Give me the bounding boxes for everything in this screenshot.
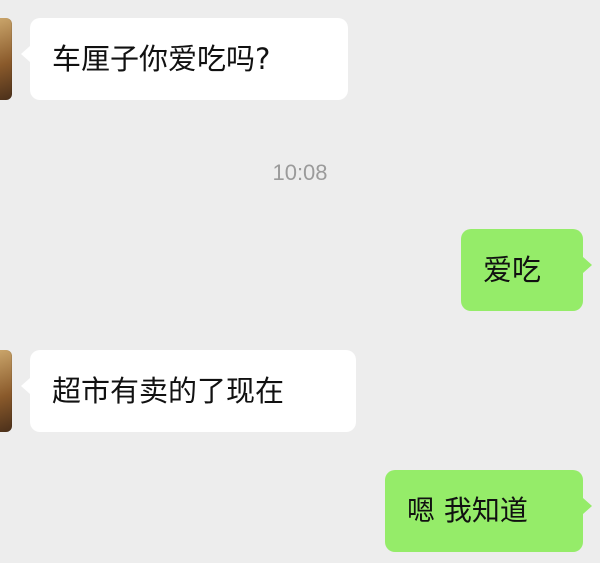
message-bubble-incoming[interactable]: 车厘子你爱吃吗?: [21, 18, 348, 100]
contact-avatar[interactable]: [0, 18, 12, 100]
message-bubble-incoming[interactable]: 超市有卖的了现在: [21, 350, 356, 432]
message-text: 车厘子你爱吃吗?: [52, 41, 271, 76]
message-text: 嗯 我知道: [407, 494, 528, 527]
message-bubble-outgoing[interactable]: 爱吃: [461, 229, 592, 311]
message-bubble-outgoing[interactable]: 嗯 我知道: [385, 470, 592, 552]
chat-window: 车厘子你爱吃吗? 10:08 爱吃 超市有卖的了现在 嗯 我知道: [0, 0, 600, 563]
message-text: 超市有卖的了现在: [52, 373, 285, 408]
message-timestamp: 10:08: [272, 160, 328, 185]
message-text: 爱吃: [483, 252, 542, 287]
contact-avatar[interactable]: [0, 350, 12, 432]
